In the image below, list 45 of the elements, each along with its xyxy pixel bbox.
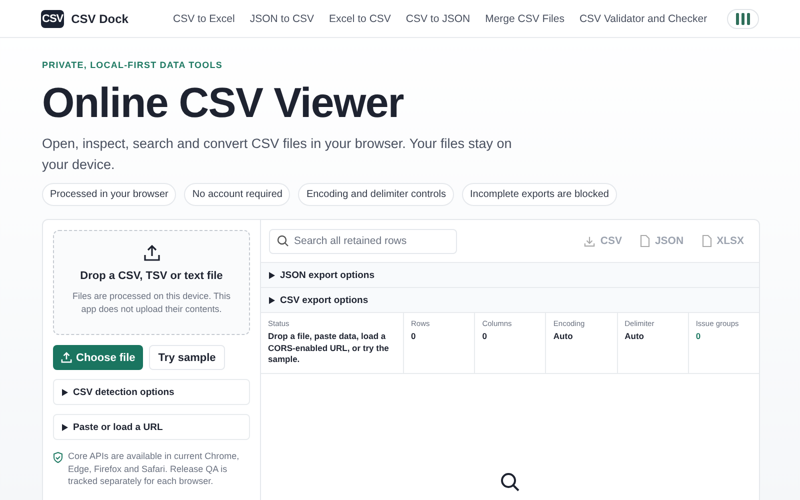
compatibility-note: Core APIs are available in current Chrome, Edge, Firefox and Safari. Release QA is tracked separately for each browser. [68, 450, 240, 488]
shield-check-icon [53, 452, 63, 463]
feature-chip: No account required [184, 183, 290, 206]
feature-chip: Processed in your browser [42, 183, 176, 206]
nav-link[interactable]: Excel to CSV [329, 12, 391, 24]
upload-icon [61, 352, 72, 363]
triangle-icon [62, 424, 68, 430]
stat-value: Drop a file, paste data, load a CORS-enabled URL, or try the sample. [268, 331, 390, 366]
download-icon [584, 236, 596, 246]
nav-link[interactable]: CSV Validator and Checker [579, 12, 708, 24]
drop-zone[interactable]: Drop a CSV, TSV or text file Files are processed on this device. This app does not upload their contents. [53, 230, 250, 335]
subtitle: Open, inspect, search and convert CSV files in your browser. Your files stay on your device. [42, 135, 513, 174]
drop-title: Drop a CSV, TSV or text file [80, 270, 223, 282]
stat-value: Auto [624, 331, 645, 342]
stat-value: 0 [696, 331, 702, 342]
collapsible-section[interactable]: Paste or load a URL [53, 414, 250, 440]
menu-button[interactable] [727, 8, 759, 28]
upload-icon [142, 244, 160, 262]
feature-chip: Incomplete exports are blocked [462, 183, 617, 206]
collapsible-section[interactable]: CSV detection options [53, 379, 250, 405]
collapsible-section[interactable]: JSON export options [261, 263, 759, 288]
nav-link[interactable]: JSON to CSV [250, 12, 314, 24]
brand-name[interactable]: CSV Dock [71, 12, 128, 26]
nav-link[interactable]: CSV to Excel [173, 12, 235, 24]
triangle-icon [62, 388, 68, 396]
nav-link[interactable]: Merge CSV Files [485, 12, 564, 24]
search-icon [500, 472, 520, 492]
nav-link[interactable]: CSV to JSON [406, 12, 470, 24]
drop-note: Files are processed on this device. This app does not upload their contents. [72, 290, 232, 316]
stat-value: Auto [553, 331, 574, 342]
stat-value: 0 [482, 331, 488, 342]
stat-value: 0 [411, 331, 417, 342]
triangle-icon [269, 272, 275, 278]
page-title: Online CSV Viewer [42, 79, 405, 127]
columns-icon [735, 12, 751, 24]
sample-button[interactable]: Try sample [149, 345, 225, 370]
choose-file-button[interactable]: Choose file [53, 345, 144, 370]
triangle-icon [269, 296, 275, 304]
logo-icon[interactable]: CSV [41, 10, 64, 28]
file-icon [640, 235, 650, 247]
feature-chip: Encoding and delimiter controls [298, 183, 454, 206]
file-icon [702, 235, 712, 247]
eyebrow-text: PRIVATE, LOCAL-FIRST DATA TOOLS [42, 60, 224, 70]
collapsible-section[interactable]: CSV export options [261, 288, 759, 313]
search-field[interactable]: Search all retained rows [269, 228, 457, 254]
